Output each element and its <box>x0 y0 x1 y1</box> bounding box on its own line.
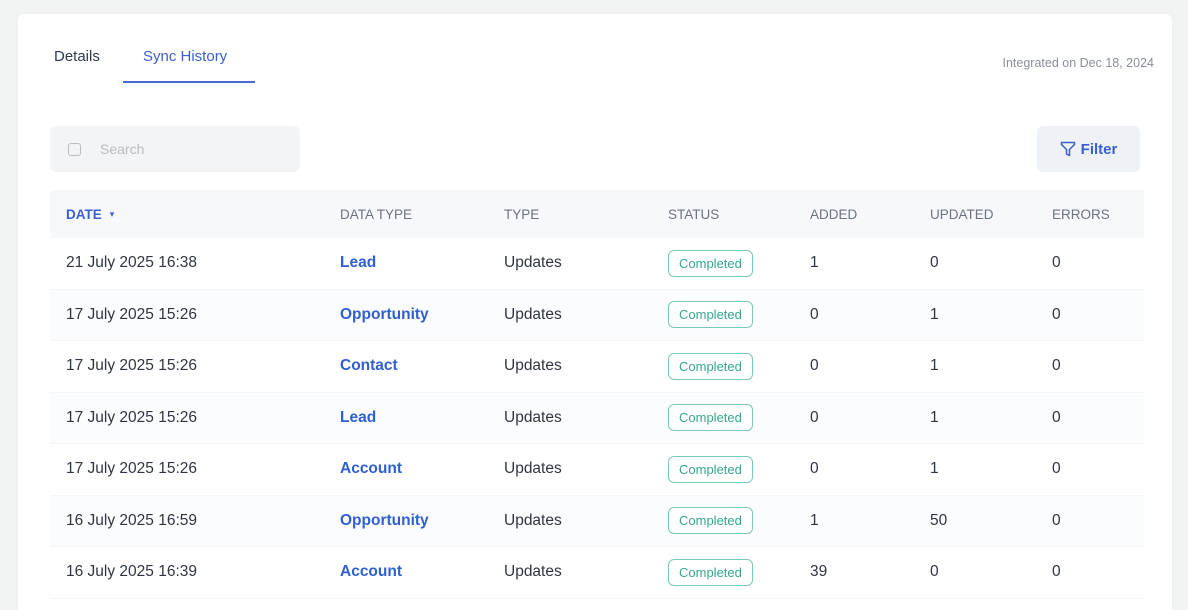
filter-button[interactable]: Filter <box>1037 126 1140 172</box>
search-box[interactable] <box>50 126 300 172</box>
cell-date: 17 July 2025 15:26 <box>66 408 197 426</box>
header-updated: UPDATED <box>930 206 994 222</box>
cell-data-type-link[interactable]: Opportunity <box>340 512 429 530</box>
active-tab-indicator <box>123 81 255 83</box>
header-type: TYPE <box>504 206 540 222</box>
cell-updated: 0 <box>930 254 939 272</box>
integrated-date-text: Integrated on Dec 18, 2024 <box>1002 56 1154 70</box>
cell-data-type-link[interactable]: Lead <box>340 409 376 427</box>
cell-updated: 50 <box>930 511 948 529</box>
cell-date: 16 July 2025 16:39 <box>66 563 197 581</box>
table-row: 17 July 2025 15:26 Opportunity Updates C… <box>50 289 1144 341</box>
cell-date: 16 July 2025 16:59 <box>66 511 197 529</box>
cell-updated: 1 <box>930 305 939 323</box>
filter-label: Filter <box>1080 140 1118 158</box>
table-row: 16 July 2025 16:59 Opportunity Updates C… <box>50 495 1144 547</box>
cell-type: Updates <box>504 460 562 478</box>
cell-errors: 0 <box>1052 408 1061 426</box>
header-date[interactable]: DATE ▾ <box>66 207 114 222</box>
cell-added: 39 <box>810 563 828 581</box>
sort-caret-icon: ▾ <box>109 208 115 219</box>
cell-updated: 1 <box>930 357 939 375</box>
search-icon <box>68 142 81 156</box>
header-status: STATUS <box>668 206 720 222</box>
filter-icon <box>1060 141 1075 157</box>
status-badge: Completed <box>668 558 753 586</box>
table-row: 21 July 2025 16:38 Lead Updates Complete… <box>50 238 1144 290</box>
cell-added: 0 <box>810 305 819 323</box>
sync-history-card: Details Sync History Integrated on Dec 1… <box>18 14 1172 610</box>
cell-data-type-link[interactable]: Opportunity <box>340 306 429 324</box>
header-errors: ERRORS <box>1052 206 1110 222</box>
status-badge: Completed <box>668 301 753 329</box>
cell-errors: 0 <box>1052 305 1061 323</box>
table-row: 17 July 2025 15:26 Lead Updates Complete… <box>50 392 1144 444</box>
cell-type: Updates <box>504 254 562 272</box>
sync-history-table: DATE ▾ DATA TYPE TYPE STATUS ADDED UPDATE… <box>50 190 1144 599</box>
cell-date: 17 July 2025 15:26 <box>66 357 197 375</box>
header-added: ADDED <box>810 206 858 222</box>
table-row: 17 July 2025 15:26 Contact Updates Compl… <box>50 341 1144 393</box>
cell-added: 1 <box>810 254 819 272</box>
cell-date: 21 July 2025 16:38 <box>66 254 197 272</box>
status-badge: Completed <box>668 249 753 277</box>
cell-added: 0 <box>810 460 819 478</box>
cell-updated: 0 <box>930 563 939 581</box>
cell-errors: 0 <box>1052 254 1061 272</box>
status-badge: Completed <box>668 352 753 380</box>
cell-errors: 0 <box>1052 460 1061 478</box>
tab-sync-history[interactable]: Sync History <box>143 48 227 65</box>
cell-added: 0 <box>810 408 819 426</box>
cell-type: Updates <box>504 357 562 375</box>
header-data-type: DATA TYPE <box>340 206 413 222</box>
cell-added: 0 <box>810 357 819 375</box>
search-input[interactable] <box>100 141 280 157</box>
cell-added: 1 <box>810 511 819 529</box>
cell-type: Updates <box>504 305 562 323</box>
cell-data-type-link[interactable]: Account <box>340 460 402 478</box>
cell-updated: 1 <box>930 460 939 478</box>
cell-date: 17 July 2025 15:26 <box>66 460 197 478</box>
cell-updated: 1 <box>930 408 939 426</box>
cell-data-type-link[interactable]: Account <box>340 563 402 581</box>
cell-errors: 0 <box>1052 357 1061 375</box>
table-row: 17 July 2025 15:26 Account Updates Compl… <box>50 444 1144 496</box>
cell-type: Updates <box>504 563 562 581</box>
table-body: 21 July 2025 16:38 Lead Updates Complete… <box>50 238 1144 599</box>
cell-errors: 0 <box>1052 563 1061 581</box>
status-badge: Completed <box>668 507 753 535</box>
cell-type: Updates <box>504 511 562 529</box>
tab-details[interactable]: Details <box>54 48 100 65</box>
status-badge: Completed <box>668 404 753 432</box>
table-header: DATE ▾ DATA TYPE TYPE STATUS ADDED UPDATE… <box>50 190 1144 238</box>
table-row: 16 July 2025 16:39 Account Updates Compl… <box>50 547 1144 599</box>
cell-type: Updates <box>504 408 562 426</box>
cell-errors: 0 <box>1052 511 1061 529</box>
status-badge: Completed <box>668 455 753 483</box>
cell-data-type-link[interactable]: Contact <box>340 357 398 375</box>
cell-date: 17 July 2025 15:26 <box>66 305 197 323</box>
cell-data-type-link[interactable]: Lead <box>340 254 376 272</box>
